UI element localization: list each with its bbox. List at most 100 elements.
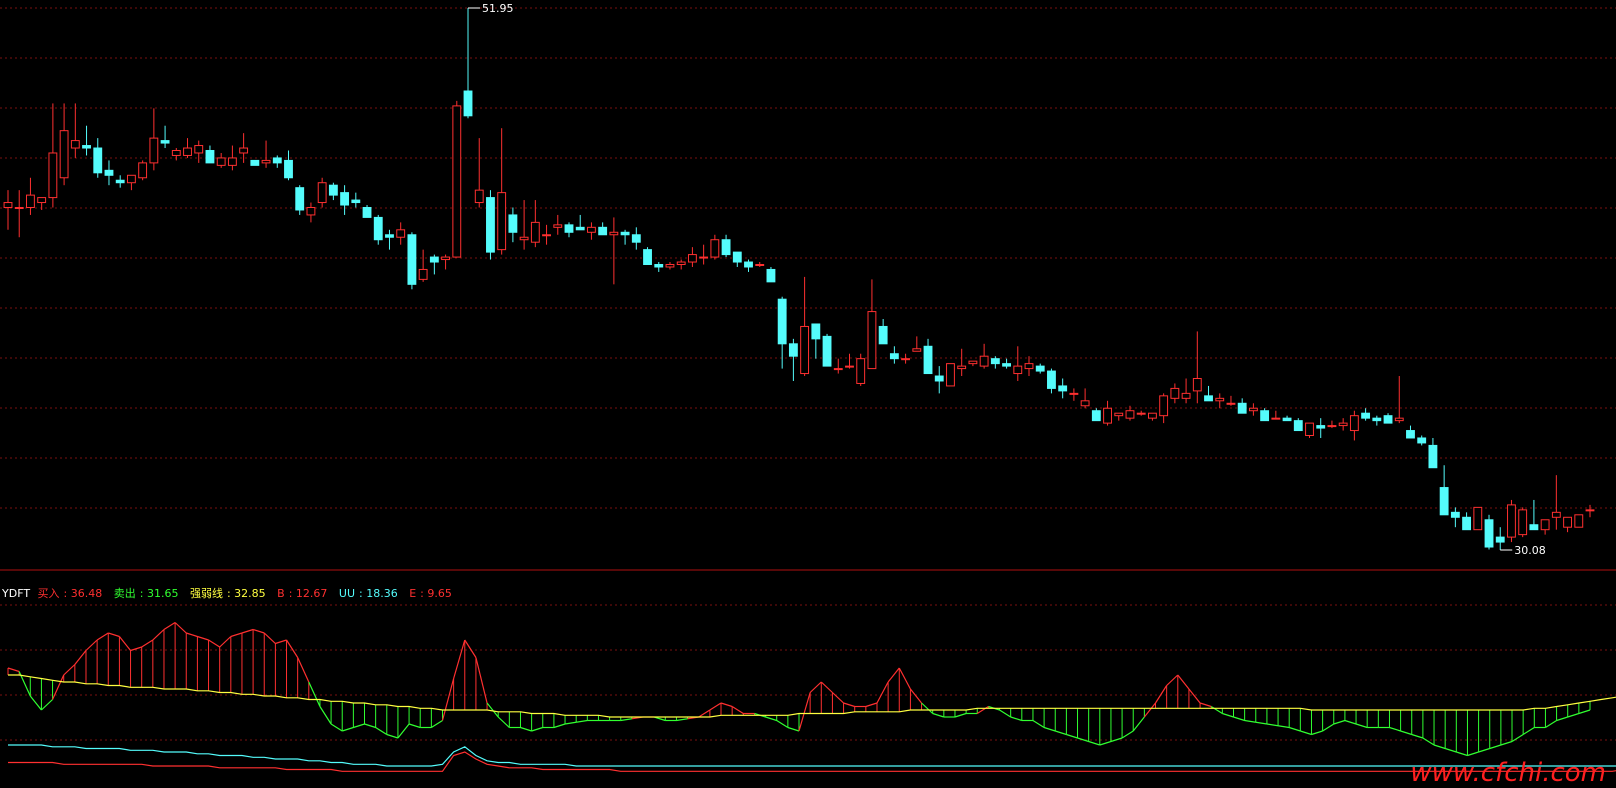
candle-body — [1529, 524, 1539, 531]
main-line-segment — [531, 726, 543, 732]
main-line-segment — [1010, 716, 1022, 722]
main-line-segment — [809, 681, 822, 693]
main-line-segment — [1289, 726, 1301, 732]
candle-body — [1428, 444, 1438, 469]
candle-body — [82, 145, 91, 149]
main-line-segment — [408, 723, 421, 729]
main-line-segment — [163, 621, 176, 631]
main-line-segment — [275, 639, 287, 645]
main-line-segment — [1188, 688, 1201, 704]
candle-body — [755, 264, 765, 267]
candle-body — [261, 159, 271, 164]
candle-body — [1439, 487, 1449, 516]
candle-body — [418, 268, 428, 280]
candle-body — [833, 368, 843, 371]
candle-body — [901, 358, 911, 361]
legend-buy: 买入: 36.48 — [37, 587, 103, 600]
candle-body — [1450, 511, 1460, 518]
main-line-segment — [709, 702, 722, 711]
candle-body — [1204, 395, 1213, 402]
main-line-segment — [898, 667, 911, 690]
candle-body — [912, 348, 922, 352]
main-line-segment — [820, 681, 833, 693]
main-line-segment — [186, 632, 198, 638]
candle-body — [429, 256, 439, 263]
legend-uu: UU: 18.36 — [338, 587, 398, 600]
main-line-segment — [1567, 712, 1580, 718]
main-line-segment — [520, 726, 532, 732]
main-line-segment — [1233, 716, 1245, 722]
candle-body — [486, 197, 495, 253]
main-line-segment — [464, 639, 477, 658]
candle-body — [1170, 387, 1180, 399]
candle-body — [923, 345, 933, 375]
candle-body — [295, 187, 305, 211]
watermark: www.cfchi.com — [1410, 758, 1606, 788]
candle-body — [250, 159, 260, 166]
candle-body — [620, 231, 630, 236]
candle-body — [1585, 509, 1595, 512]
main-line-segment — [1478, 747, 1490, 753]
candle-body — [183, 147, 192, 156]
candle-body — [1551, 511, 1561, 518]
main-line-segment — [976, 705, 989, 715]
main-line-segment — [843, 702, 855, 708]
main-line-segment — [41, 699, 53, 711]
main-line-segment — [1522, 726, 1535, 736]
main-line-segment — [1066, 733, 1078, 739]
candle-body — [1507, 504, 1516, 538]
main-line-segment — [1444, 747, 1457, 753]
candle-body — [3, 202, 13, 209]
main-line-segment — [720, 702, 733, 708]
candle-body — [687, 254, 697, 263]
candle-body — [385, 234, 394, 238]
candle-body — [1484, 519, 1494, 548]
main-line-segment — [1556, 716, 1568, 722]
candle-body — [699, 256, 709, 259]
main-line-segment — [832, 692, 844, 704]
main-line-segment — [118, 636, 132, 651]
candle-body — [497, 192, 507, 251]
candle-body — [1136, 412, 1146, 415]
main-line-segment — [1177, 674, 1190, 690]
candle-body — [946, 363, 955, 387]
candle-body — [1159, 395, 1169, 417]
main-line-segment — [319, 706, 332, 725]
candle-body — [1103, 407, 1112, 424]
main-line-segment — [887, 667, 900, 683]
candle-body — [171, 150, 181, 156]
main-line-segment — [1344, 719, 1357, 725]
main-line-segment — [1489, 744, 1502, 750]
candle-body — [239, 147, 249, 154]
candle-body — [1574, 514, 1584, 528]
candle-body — [1282, 417, 1292, 422]
candle-body — [48, 152, 58, 199]
candle-body — [1091, 410, 1101, 422]
main-line-segment — [497, 716, 510, 728]
main-line-segment — [386, 733, 399, 739]
candle-body — [1338, 422, 1348, 427]
main-line-segment — [74, 650, 87, 665]
candle-body — [1473, 506, 1483, 531]
main-line-segment — [431, 719, 443, 729]
main-line-segment — [263, 632, 276, 644]
candle-body — [14, 207, 24, 210]
candle-body — [441, 256, 451, 261]
candle-body — [340, 192, 350, 206]
candle-body — [811, 323, 821, 340]
candle-body — [508, 214, 518, 233]
main-line-segment — [999, 709, 1011, 718]
candle-body — [1361, 412, 1371, 419]
main-line-segment — [208, 639, 220, 648]
candle-body — [1271, 417, 1281, 420]
candle-body — [732, 251, 742, 263]
candle-body — [1147, 412, 1157, 419]
candle-body — [1518, 509, 1528, 536]
candle-body — [665, 264, 675, 268]
main-line-segment — [1411, 733, 1424, 739]
main-line-segment — [96, 632, 109, 641]
candle-body — [676, 261, 686, 266]
main-line-segment — [1210, 705, 1223, 715]
main-line-segment — [1400, 730, 1412, 736]
main-line-segment — [620, 718, 632, 722]
